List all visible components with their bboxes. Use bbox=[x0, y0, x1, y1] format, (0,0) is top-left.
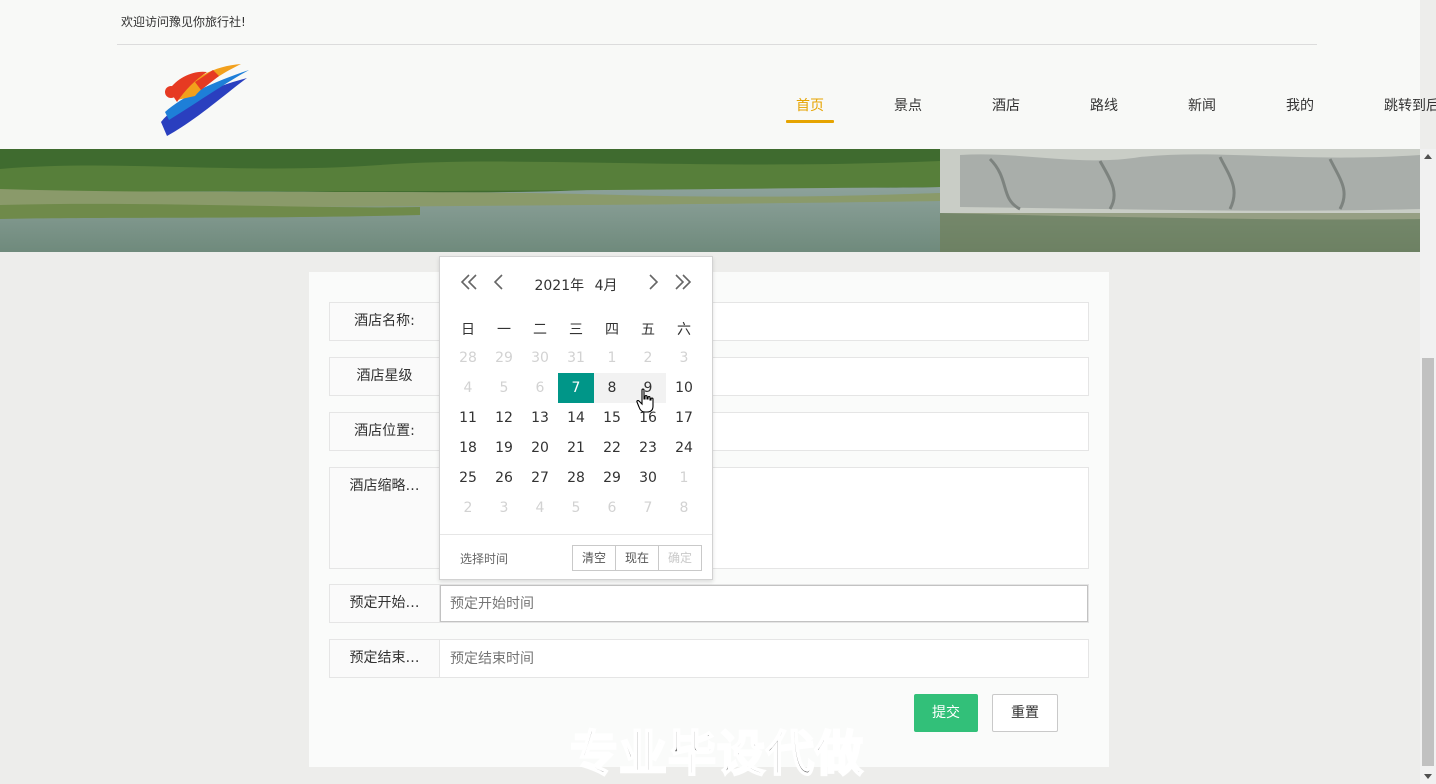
submit-button[interactable]: 提交 bbox=[914, 694, 978, 732]
calendar-day-grid: 28 29 30 31 1 2 3 4 5 6 7 8 9 10 11 12 13 14 15 16 17 18 19 20 2… bbox=[450, 343, 702, 523]
calendar-day[interactable]: 7 bbox=[630, 493, 666, 523]
calendar-day[interactable]: 5 bbox=[558, 493, 594, 523]
booking-end-row: 预定结束… bbox=[329, 639, 1089, 678]
date-picker-actions: 清空 现在 确定 bbox=[571, 545, 702, 571]
calendar-day[interactable]: 26 bbox=[486, 463, 522, 493]
site-logo[interactable] bbox=[155, 60, 253, 136]
select-time-link[interactable]: 选择时间 bbox=[460, 550, 508, 567]
weekday-label: 四 bbox=[605, 322, 619, 338]
calendar-day[interactable]: 8 bbox=[666, 493, 702, 523]
calendar-day[interactable]: 6 bbox=[594, 493, 630, 523]
next-month-icon[interactable] bbox=[642, 271, 664, 293]
calendar-day[interactable]: 30 bbox=[522, 343, 558, 373]
calendar-day[interactable]: 23 bbox=[630, 433, 666, 463]
booking-end-input[interactable] bbox=[440, 640, 1088, 677]
welcome-text: 欢迎访问豫见你旅行社! bbox=[121, 15, 246, 29]
calendar-day[interactable]: 4 bbox=[522, 493, 558, 523]
calendar-day[interactable]: 13 bbox=[522, 403, 558, 433]
calendar-day[interactable]: 27 bbox=[522, 463, 558, 493]
weekday-label: 三 bbox=[569, 322, 583, 338]
calendar-day[interactable]: 24 bbox=[666, 433, 702, 463]
calendar-day[interactable]: 19 bbox=[486, 433, 522, 463]
calendar-day[interactable]: 10 bbox=[666, 373, 702, 403]
calendar-day[interactable]: 3 bbox=[666, 343, 702, 373]
calendar-day-selected[interactable]: 7 bbox=[558, 373, 594, 403]
weekday-label: 六 bbox=[677, 322, 691, 338]
scroll-up-arrow-icon[interactable] bbox=[1424, 154, 1432, 159]
calendar-day[interactable]: 5 bbox=[486, 373, 522, 403]
header: 首页 景点 酒店 路线 新闻 我的 跳转到后台 bbox=[0, 45, 1436, 149]
date-picker-footer: 选择时间 清空 现在 确定 bbox=[440, 534, 712, 580]
hand-pointer-cursor-icon bbox=[636, 388, 654, 413]
calendar-day[interactable]: 18 bbox=[450, 433, 486, 463]
calendar-day[interactable]: 22 bbox=[594, 433, 630, 463]
nav-news[interactable]: 新闻 bbox=[1178, 95, 1226, 123]
calendar-day[interactable]: 28 bbox=[450, 343, 486, 373]
calendar-day[interactable]: 29 bbox=[594, 463, 630, 493]
calendar-day[interactable]: 12 bbox=[486, 403, 522, 433]
watermark-text: 专业毕设代做 bbox=[569, 725, 865, 783]
booking-start-input[interactable] bbox=[440, 585, 1088, 622]
next-year-icon[interactable] bbox=[672, 271, 694, 293]
nav-admin[interactable]: 跳转到后台 bbox=[1374, 95, 1436, 123]
calendar-day[interactable]: 17 bbox=[666, 403, 702, 433]
confirm-button[interactable]: 确定 bbox=[657, 545, 702, 571]
top-bar: 欢迎访问豫见你旅行社! bbox=[0, 0, 1420, 45]
nav-attractions[interactable]: 景点 bbox=[884, 95, 932, 123]
calendar-day[interactable]: 4 bbox=[450, 373, 486, 403]
page-scrollbar[interactable] bbox=[1420, 149, 1436, 784]
weekday-label: 二 bbox=[533, 322, 547, 338]
year-label[interactable]: 2021年 bbox=[534, 278, 584, 294]
calendar-day[interactable]: 2 bbox=[450, 493, 486, 523]
calendar-day[interactable]: 25 bbox=[450, 463, 486, 493]
weekday-label: 一 bbox=[497, 322, 511, 338]
calendar-day[interactable]: 1 bbox=[594, 343, 630, 373]
nav-mine[interactable]: 我的 bbox=[1276, 95, 1324, 123]
scroll-thumb[interactable] bbox=[1422, 358, 1434, 766]
calendar-day[interactable]: 6 bbox=[522, 373, 558, 403]
hotel-location-label: 酒店位置: bbox=[330, 413, 440, 450]
hotel-thumb-label: 酒店缩略… bbox=[330, 468, 440, 568]
calendar-day[interactable]: 29 bbox=[486, 343, 522, 373]
calendar-day[interactable]: 1 bbox=[666, 463, 702, 493]
calendar-day[interactable]: 2 bbox=[630, 343, 666, 373]
scroll-down-arrow-icon[interactable] bbox=[1424, 774, 1432, 779]
date-picker-popup: 2021年 4月 日 一 二 三 四 五 六 28 29 30 31 1 2 3 4 5 6 7 8 9… bbox=[439, 256, 713, 580]
calendar-day[interactable]: 28 bbox=[558, 463, 594, 493]
calendar-day[interactable]: 30 bbox=[630, 463, 666, 493]
calendar-day[interactable]: 31 bbox=[558, 343, 594, 373]
booking-start-label: 预定开始… bbox=[330, 585, 440, 622]
calendar-day[interactable]: 11 bbox=[450, 403, 486, 433]
clear-button[interactable]: 清空 bbox=[571, 545, 616, 571]
calendar-day[interactable]: 21 bbox=[558, 433, 594, 463]
hotel-star-label: 酒店星级 bbox=[330, 358, 440, 395]
nav-routes[interactable]: 路线 bbox=[1080, 95, 1128, 123]
banner-image bbox=[0, 149, 1420, 252]
weekday-label: 日 bbox=[461, 322, 475, 338]
calendar-day[interactable]: 14 bbox=[558, 403, 594, 433]
weekday-label: 五 bbox=[641, 322, 655, 338]
calendar-day[interactable]: 8 bbox=[594, 373, 630, 403]
reset-button[interactable]: 重置 bbox=[992, 694, 1058, 732]
date-picker-header: 2021年 4月 bbox=[440, 257, 712, 309]
hotel-name-label: 酒店名称: bbox=[330, 303, 440, 340]
now-button[interactable]: 现在 bbox=[614, 545, 659, 571]
calendar-day[interactable]: 15 bbox=[594, 403, 630, 433]
booking-end-label: 预定结束… bbox=[330, 640, 440, 677]
calendar-day[interactable]: 20 bbox=[522, 433, 558, 463]
nav-home[interactable]: 首页 bbox=[786, 95, 834, 123]
booking-start-row: 预定开始… bbox=[329, 584, 1089, 623]
nav-hotels[interactable]: 酒店 bbox=[982, 95, 1030, 123]
month-label[interactable]: 4月 bbox=[595, 278, 618, 294]
main-nav: 首页 景点 酒店 路线 新闻 我的 跳转到后台 bbox=[786, 95, 1436, 123]
weekday-header: 日 一 二 三 四 五 六 bbox=[450, 319, 702, 339]
calendar-day[interactable]: 3 bbox=[486, 493, 522, 523]
